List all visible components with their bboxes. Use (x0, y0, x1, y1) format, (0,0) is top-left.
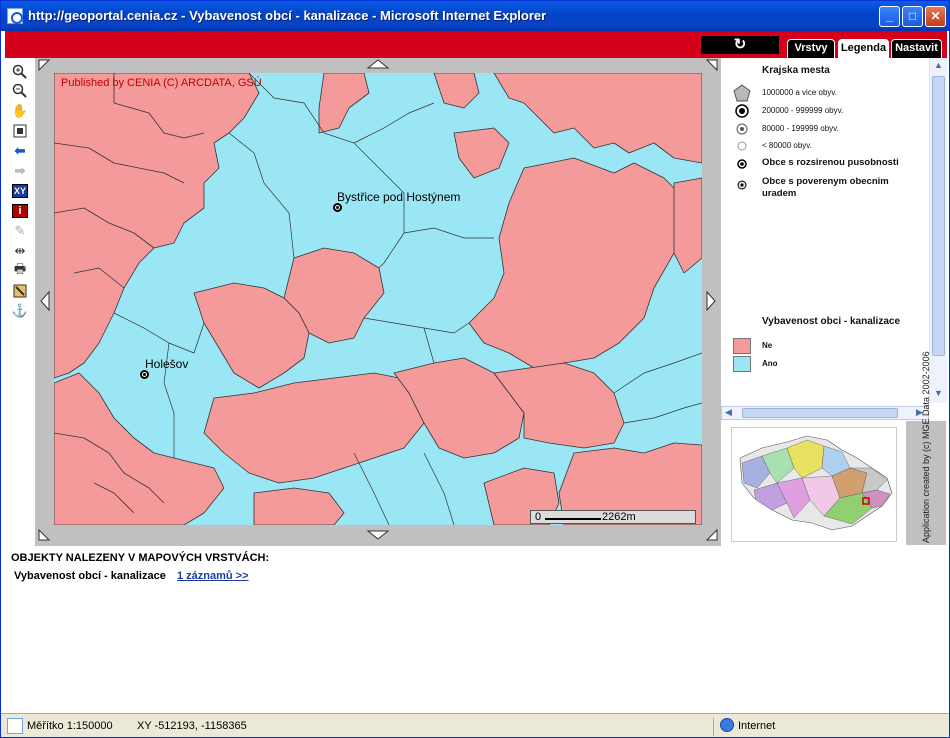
overview-czech-map (739, 435, 893, 531)
municipality-polygons (54, 73, 702, 525)
refresh-button[interactable]: ↻ (701, 36, 779, 54)
scroll-down-icon[interactable]: ▼ (932, 388, 945, 401)
status-bar: Měřítko 1:150000 XY -512193, -1158365 In… (1, 713, 949, 737)
app-header: ↻ Vrstvy Legenda Nastavit (5, 31, 947, 58)
scale-bar: 0 2262m (530, 510, 696, 524)
maximize-button[interactable]: □ (902, 6, 923, 27)
page-status-icon (7, 718, 23, 734)
scale-start: 0 (535, 511, 542, 523)
pan-sw-arrow (38, 528, 51, 541)
minimize-button[interactable]: _ (879, 6, 900, 27)
legend-city-tiny: < 80000 obyv. (762, 141, 812, 150)
eraser-icon[interactable]: ✎ (11, 222, 29, 240)
pan-nw-arrow (38, 59, 51, 72)
city-size-large-icon (733, 84, 751, 102)
legend-panel: Krajska mesta 1000000 a vice obyv. 20000… (721, 58, 947, 406)
city-size-tiny-icon (737, 141, 747, 151)
map-toolbar: ✋ ⬅ ➡ XY i ✎ ⇹ 🖶 ⚓ (5, 58, 35, 548)
city-size-small-icon (736, 123, 748, 135)
measure-icon[interactable]: ⇹ (11, 242, 29, 260)
pan-right-arrow (706, 290, 716, 312)
tab-legenda[interactable]: Legenda (838, 39, 889, 58)
globe-icon (720, 718, 734, 732)
forward-arrow-icon[interactable]: ➡ (11, 162, 29, 180)
map-frame: Published by CENIA (C) ARCDATA, GSÚ Byst… (35, 58, 721, 546)
legend-title-krajska-mesta: Krajska mesta (762, 65, 830, 76)
legend-city-large: 1000000 a vice obyv. (762, 88, 838, 97)
browser-window: http://geoportal.cenia.cz - Vybavenost o… (0, 0, 950, 738)
pan-left-arrow (40, 290, 50, 312)
status-zone: Internet (738, 720, 776, 732)
status-divider (713, 718, 714, 736)
overview-map[interactable] (731, 427, 897, 542)
results-heading: OBJEKTY NALEZENY V MAPOVÝCH VRSTVÁCH: (11, 552, 270, 564)
results-panel: OBJEKTY NALEZENY V MAPOVÝCH VRSTVÁCH: Vy… (5, 547, 947, 712)
results-records-link[interactable]: 1 záznamů >> (177, 570, 249, 582)
povereny-urad-icon (737, 180, 747, 190)
export-icon[interactable] (11, 282, 29, 300)
scale-distance: 2262m (602, 511, 636, 523)
zoom-out-icon[interactable] (11, 82, 29, 100)
pan-hand-icon[interactable]: ✋ (11, 102, 29, 120)
legend-city-medium: 200000 - 999999 obyv. (762, 106, 844, 115)
tab-nastavit[interactable]: Nastavit (891, 39, 942, 58)
pan-down-arrow (366, 530, 390, 540)
city-marker (140, 370, 149, 379)
anchor-icon[interactable]: ⚓ (11, 302, 29, 320)
city-marker (333, 203, 342, 212)
window-title: http://geoportal.cenia.cz - Vybavenost o… (28, 8, 547, 23)
back-arrow-icon[interactable]: ⬅ (11, 142, 29, 160)
legend-title-kanalizace: Vybavenost obci - kanalizace (762, 316, 901, 327)
pan-up-arrow (366, 59, 390, 69)
city-size-medium-icon (735, 104, 749, 118)
legend-obce-povereny: Obce s poverenym obecnim uradem (762, 176, 889, 199)
map-copyright: Published by CENIA (C) ARCDATA, GSÚ (61, 77, 262, 89)
xy-icon[interactable]: XY (11, 182, 29, 200)
swatch-ano (733, 356, 751, 372)
ie-page-icon (7, 8, 23, 24)
close-button[interactable]: ✕ (925, 6, 946, 27)
status-scale: Měřítko 1:150000 (27, 720, 113, 732)
scroll-left-icon[interactable]: ◀ (725, 407, 732, 418)
scale-line (545, 518, 601, 520)
legend-ano: Ano (762, 359, 778, 368)
status-xy: XY -512193, -1158365 (137, 720, 247, 732)
swatch-ne (733, 338, 751, 354)
pan-se-arrow (705, 528, 718, 541)
tab-vrstvy[interactable]: Vrstvy (787, 39, 835, 58)
map-canvas[interactable]: Published by CENIA (C) ARCDATA, GSÚ Byst… (54, 73, 702, 525)
legend-obce-rozsirena: Obce s rozsirenou pusobnosti (762, 157, 899, 168)
city-label-holesov: Holešov (145, 357, 189, 371)
print-icon[interactable]: 🖶 (11, 261, 29, 280)
city-label-bystrice: Bystřice pod Hostýnem (337, 190, 461, 204)
full-extent-icon[interactable] (11, 122, 29, 140)
refresh-icon: ↻ (733, 36, 747, 53)
rozsirena-pusobnost-icon (737, 159, 747, 169)
legend-horizontal-scrollbar[interactable]: ◀ ▶ (721, 406, 929, 420)
legend-city-small: 80000 - 199999 obyv. (762, 124, 839, 133)
hscroll-thumb[interactable] (742, 408, 898, 418)
pan-ne-arrow (705, 59, 718, 72)
app-credit: Application created by (c) MGE Data 2002… (906, 351, 946, 545)
scroll-thumb[interactable] (932, 76, 945, 356)
zoom-in-icon[interactable] (11, 63, 29, 81)
info-icon[interactable]: i (11, 202, 29, 220)
results-layer-name: Vybavenost obcí - kanalizace (14, 570, 166, 582)
title-bar: http://geoportal.cenia.cz - Vybavenost o… (1, 1, 949, 31)
legend-ne: Ne (762, 341, 773, 350)
scroll-up-icon[interactable]: ▲ (932, 60, 945, 73)
